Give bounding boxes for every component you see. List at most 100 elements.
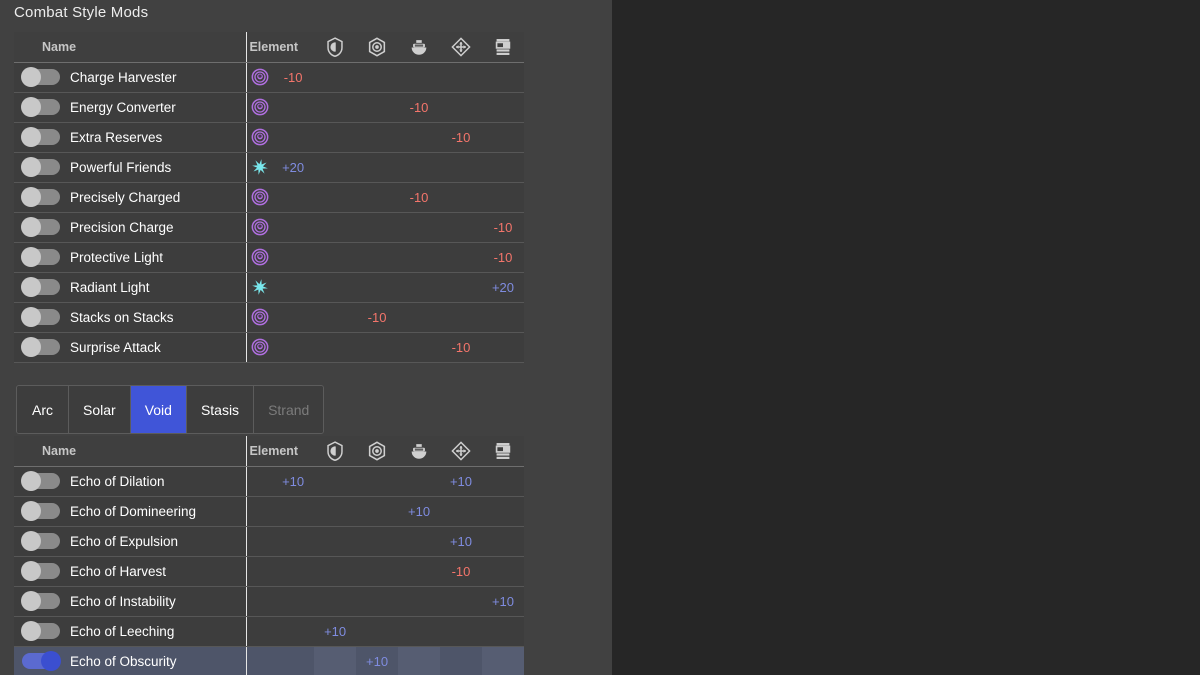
stat-value-cell	[398, 122, 441, 153]
table-row[interactable]: Precisely Charged -10	[14, 182, 524, 213]
mod-enable-toggle[interactable]	[21, 97, 60, 118]
table-row[interactable]: Echo of Domineering +10	[14, 496, 524, 527]
mod-name-cell: Precisely Charged	[14, 182, 247, 213]
stat-value-cell	[398, 272, 441, 303]
stat-value-cell	[272, 122, 315, 153]
stat-value: -10	[409, 189, 429, 205]
column-header-name[interactable]: Name	[14, 436, 247, 467]
mod-enable-toggle[interactable]	[21, 307, 60, 328]
column-header-intellect[interactable]	[440, 436, 482, 467]
stat-value-cell	[314, 182, 357, 213]
element-cell	[246, 272, 273, 303]
tab-label: Solar	[83, 401, 116, 418]
table-row[interactable]: Echo of Expulsion +10	[14, 526, 524, 557]
stat-value-cell	[481, 466, 524, 497]
table-row[interactable]: Stacks on Stacks -10	[14, 302, 524, 333]
stat-value: -10	[493, 219, 513, 235]
stat-value-cell: +10	[440, 466, 482, 497]
mod-enable-toggle[interactable]	[21, 337, 60, 358]
stat-value-cell	[440, 646, 482, 675]
table-row[interactable]: Echo of Dilation +10 +10	[14, 466, 524, 497]
mod-enable-toggle[interactable]	[21, 157, 60, 178]
table-body: Charge Harvester -10 Energy Converter -10 Ex…	[14, 62, 524, 363]
stat-value-cell	[314, 332, 357, 363]
table-row[interactable]: Powerful Friends +20	[14, 152, 524, 183]
column-header-element[interactable]: Element	[246, 436, 315, 467]
column-header-element-label: Element	[249, 39, 299, 54]
column-header-recovery[interactable]	[356, 32, 399, 63]
toggle-knob	[21, 591, 41, 612]
stat-value-cell	[398, 556, 441, 587]
mod-enable-toggle[interactable]	[21, 471, 60, 492]
column-header-element[interactable]: Element	[246, 32, 315, 63]
mod-enable-toggle[interactable]	[21, 501, 60, 522]
mod-name-cell: Surprise Attack	[14, 332, 247, 363]
stat-value-cell: +10	[398, 496, 441, 527]
table-row[interactable]: Precision Charge -10	[14, 212, 524, 243]
strength-melee-icon	[492, 440, 514, 462]
discipline-grenade-icon	[408, 36, 430, 58]
mod-enable-toggle[interactable]	[21, 621, 60, 642]
element-cell	[246, 496, 273, 527]
mod-enable-toggle[interactable]	[21, 247, 60, 268]
stat-value: -10	[367, 309, 387, 325]
mod-name-label: Echo of Instability	[70, 593, 176, 609]
tab-strand: Strand	[254, 386, 324, 433]
mod-enable-toggle[interactable]	[21, 591, 60, 612]
stat-value: -10	[451, 339, 471, 355]
table-row[interactable]: Radiant Light +20	[14, 272, 524, 303]
stat-value-cell	[440, 586, 482, 617]
mod-enable-toggle[interactable]	[21, 531, 60, 552]
mod-name-label: Echo of Harvest	[70, 563, 167, 579]
stat-value-cell	[272, 646, 315, 675]
mod-name-label: Echo of Dilation	[70, 473, 165, 489]
mod-enable-toggle[interactable]	[21, 127, 60, 148]
void-element-icon	[250, 307, 270, 327]
table-row[interactable]: Echo of Instability +10	[14, 586, 524, 617]
table-row[interactable]: Echo of Obscurity +10	[14, 646, 524, 675]
toggle-knob	[21, 337, 41, 358]
stat-value-cell	[398, 62, 441, 93]
column-header-intellect[interactable]	[440, 32, 482, 63]
stat-value-cell	[398, 332, 441, 363]
toggle-knob	[21, 471, 41, 492]
stat-value-cell	[314, 62, 357, 93]
mod-enable-toggle[interactable]	[21, 67, 60, 88]
table-row[interactable]: Echo of Harvest -10	[14, 556, 524, 587]
mod-enable-toggle[interactable]	[21, 217, 60, 238]
column-header-strength[interactable]	[481, 436, 524, 467]
tab-void[interactable]: Void	[130, 386, 187, 433]
void-element-icon	[250, 217, 270, 237]
stat-value-cell	[356, 212, 399, 243]
tab-arc[interactable]: Arc	[17, 386, 69, 433]
mod-enable-toggle[interactable]	[21, 277, 60, 298]
stat-value-cell	[481, 616, 524, 647]
mod-enable-toggle[interactable]	[21, 561, 60, 582]
table-row[interactable]: Extra Reserves -10	[14, 122, 524, 153]
column-header-discipline[interactable]	[398, 436, 441, 467]
resilience-shield-icon	[324, 36, 346, 58]
mod-name-label: Radiant Light	[70, 279, 150, 295]
arc-element-icon	[250, 277, 270, 297]
column-header-discipline[interactable]	[398, 32, 441, 63]
stat-value: +10	[282, 473, 305, 489]
toggle-knob	[41, 651, 61, 672]
void-element-icon	[250, 127, 270, 147]
table-row[interactable]: Echo of Leeching +10	[14, 616, 524, 647]
strength-melee-icon	[492, 36, 514, 58]
tab-solar[interactable]: Solar	[69, 386, 131, 433]
column-header-recovery[interactable]	[356, 436, 399, 467]
table-row[interactable]: Energy Converter -10	[14, 92, 524, 123]
column-header-resilience[interactable]	[314, 436, 357, 467]
table-row[interactable]: Surprise Attack -10	[14, 332, 524, 363]
column-header-name[interactable]: Name	[14, 32, 247, 63]
column-header-resilience[interactable]	[314, 32, 357, 63]
mod-enable-toggle[interactable]	[22, 651, 61, 672]
void-element-icon	[250, 67, 270, 87]
mod-enable-toggle[interactable]	[21, 187, 60, 208]
column-header-strength[interactable]	[481, 32, 524, 63]
mod-name-cell: Extra Reserves	[14, 122, 247, 153]
tab-stasis[interactable]: Stasis	[186, 386, 255, 433]
table-row[interactable]: Protective Light -10	[14, 242, 524, 273]
table-row[interactable]: Charge Harvester -10	[14, 62, 524, 93]
